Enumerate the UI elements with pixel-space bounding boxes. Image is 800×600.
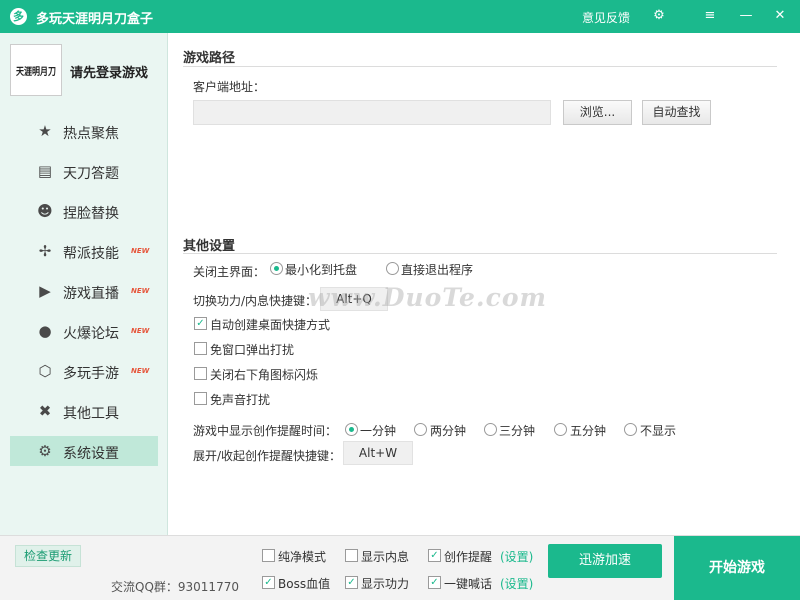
sidebar-item-9[interactable]: ⚙ 系统设置	[10, 436, 158, 466]
settings-gear-icon[interactable]: ⚙	[646, 4, 672, 28]
setting-checkbox-label: 免声音打扰	[210, 393, 271, 407]
sidebar-item-label: 天刀答题	[63, 166, 119, 182]
power-hotkey-field[interactable]: Alt+Q	[320, 287, 388, 311]
setting-checkbox-label: 关闭右下角图标闪烁	[210, 368, 319, 382]
reminder-time-radio[interactable]	[414, 423, 427, 436]
reminder-time-radio[interactable]	[554, 423, 567, 436]
close-option-radio[interactable]	[270, 262, 283, 275]
close-option-radio[interactable]	[386, 262, 399, 275]
setting-checkbox[interactable]	[194, 342, 207, 355]
reminder-time-label: 不显示	[640, 424, 677, 438]
sidebar-item-label: 热点聚焦	[63, 126, 119, 142]
bottom-option-label: 显示内息	[361, 550, 410, 564]
book-icon: ▤	[37, 162, 53, 180]
login-prompt[interactable]: 请先登录游戏	[70, 62, 148, 81]
bottom-option-checkbox[interactable]	[262, 549, 275, 562]
bottom-option-label: 纯净模式	[278, 550, 327, 564]
setting-checkbox[interactable]	[194, 392, 207, 405]
menu-icon[interactable]: ≡	[697, 4, 723, 28]
sidebar-item-3[interactable]: ☻ 捏脸替换	[10, 196, 158, 226]
reminder-hotkey-field[interactable]: Alt+W	[343, 441, 413, 465]
sidebar-item-label: 火爆论坛	[63, 326, 119, 342]
app-logo-icon: 多	[10, 8, 27, 25]
setting-checkbox-label: 自动创建桌面快捷方式	[210, 318, 331, 332]
new-badge: NEW	[131, 247, 150, 255]
reminder-time-label: 三分钟	[499, 424, 536, 438]
game-avatar[interactable]: 天涯明月刀	[10, 44, 62, 96]
auto-find-button[interactable]: 自动查找	[642, 100, 711, 125]
new-badge: NEW	[131, 367, 150, 375]
close-main-label: 关闭主界面：	[193, 265, 266, 279]
close-icon[interactable]: ✕	[767, 4, 793, 28]
sidebar-item-label: 多玩手游	[63, 366, 119, 382]
start-game-button[interactable]: 开始游戏	[674, 536, 800, 600]
app-title: 多玩天涯明月刀盒子	[36, 12, 154, 27]
sidebar-item-6[interactable]: ● 火爆论坛 NEW	[10, 316, 158, 346]
bottom-option-checkbox[interactable]: ✓	[428, 549, 441, 562]
other-settings-title: 其他设置	[183, 239, 236, 254]
reminder-time-radio[interactable]	[345, 423, 358, 436]
section-divider	[183, 253, 777, 254]
reminder-time-label: 游戏中显示创作提醒时间：	[193, 424, 338, 438]
sidebar-item-7[interactable]: ⬡ 多玩手游 NEW	[10, 356, 158, 386]
reminder-time-radio[interactable]	[484, 423, 497, 436]
qq-group-text: 交流QQ群：93011770	[111, 580, 239, 594]
chat-bubble-icon: ●	[38, 322, 52, 340]
game-path-title: 游戏路径	[183, 51, 236, 66]
close-option-label: 最小化到托盘	[285, 263, 358, 277]
sidebar-item-label: 游戏直播	[63, 286, 119, 302]
new-badge: NEW	[131, 327, 150, 335]
sidebar: 天涯明月刀 请先登录游戏 ★ 热点聚焦 ▤ 天刀答题 ☻ 捏脸替换 ✢ 帮派技能 NEW ▶ 游戏直…	[0, 33, 168, 535]
tools-icon: ✖	[38, 402, 52, 420]
setting-checkbox-label: 免窗口弹出打扰	[210, 343, 295, 357]
speed-up-button[interactable]: 迅游加速	[548, 544, 662, 578]
bottom-option-label: 一键喊话	[444, 577, 493, 591]
pinwheel-icon: ✢	[38, 242, 52, 260]
close-option-label: 直接退出程序	[401, 263, 474, 277]
sidebar-item-5[interactable]: ▶ 游戏直播 NEW	[10, 276, 158, 306]
client-address-label: 客户端地址：	[193, 80, 266, 94]
play-icon: ▶	[39, 282, 51, 300]
sidebar-item-4[interactable]: ✢ 帮派技能 NEW	[10, 236, 158, 266]
new-badge: NEW	[131, 287, 150, 295]
setting-checkbox[interactable]: ✓	[194, 317, 207, 330]
browse-button[interactable]: 浏览...	[563, 100, 632, 125]
reminder-hotkey-label: 展开/收起创作提醒快捷键：	[193, 449, 342, 463]
settings-link[interactable]: (设置)	[500, 548, 533, 565]
shield-icon: ⬡	[38, 362, 52, 380]
check-update-button[interactable]: 检查更新	[15, 545, 81, 567]
avatar-logo-text: 天涯明月刀	[16, 66, 56, 78]
sidebar-item-2[interactable]: ▤ 天刀答题	[10, 156, 158, 186]
hotkey-label: 切换功力/内息快捷键：	[193, 294, 318, 308]
minimize-icon[interactable]: —	[733, 4, 759, 28]
sidebar-item-label: 其他工具	[63, 406, 119, 422]
bottom-option-checkbox[interactable]: ✓	[262, 576, 275, 589]
bottom-option-checkbox[interactable]: ✓	[428, 576, 441, 589]
mask-icon: ☻	[37, 202, 53, 220]
section-divider	[183, 66, 777, 67]
bottom-option-checkbox[interactable]	[345, 549, 358, 562]
bottom-option-label: 显示功力	[361, 577, 410, 591]
bottom-option-label: Boss血值	[278, 577, 331, 591]
setting-checkbox[interactable]	[194, 367, 207, 380]
client-path-input[interactable]	[193, 100, 551, 125]
reminder-time-label: 一分钟	[360, 424, 397, 438]
feedback-link[interactable]: 意见反馈	[582, 9, 630, 26]
bottom-option-checkbox[interactable]: ✓	[345, 576, 358, 589]
reminder-time-label: 五分钟	[570, 424, 607, 438]
reminder-time-label: 两分钟	[430, 424, 467, 438]
settings-link[interactable]: (设置)	[500, 575, 533, 592]
reminder-time-radio[interactable]	[624, 423, 637, 436]
sidebar-item-label: 捏脸替换	[63, 206, 119, 222]
bottom-option-label: 创作提醒	[444, 550, 493, 564]
title-bar: 多 多玩天涯明月刀盒子 意见反馈 ⚙ ≡ — ✕	[0, 0, 800, 33]
sidebar-item-1[interactable]: ★ 热点聚焦	[10, 116, 158, 146]
sidebar-item-8[interactable]: ✖ 其他工具	[10, 396, 158, 426]
sidebar-item-label: 帮派技能	[63, 246, 119, 262]
star-icon: ★	[38, 122, 52, 140]
sidebar-item-label: 系统设置	[63, 446, 119, 462]
gear-icon: ⚙	[38, 442, 52, 460]
